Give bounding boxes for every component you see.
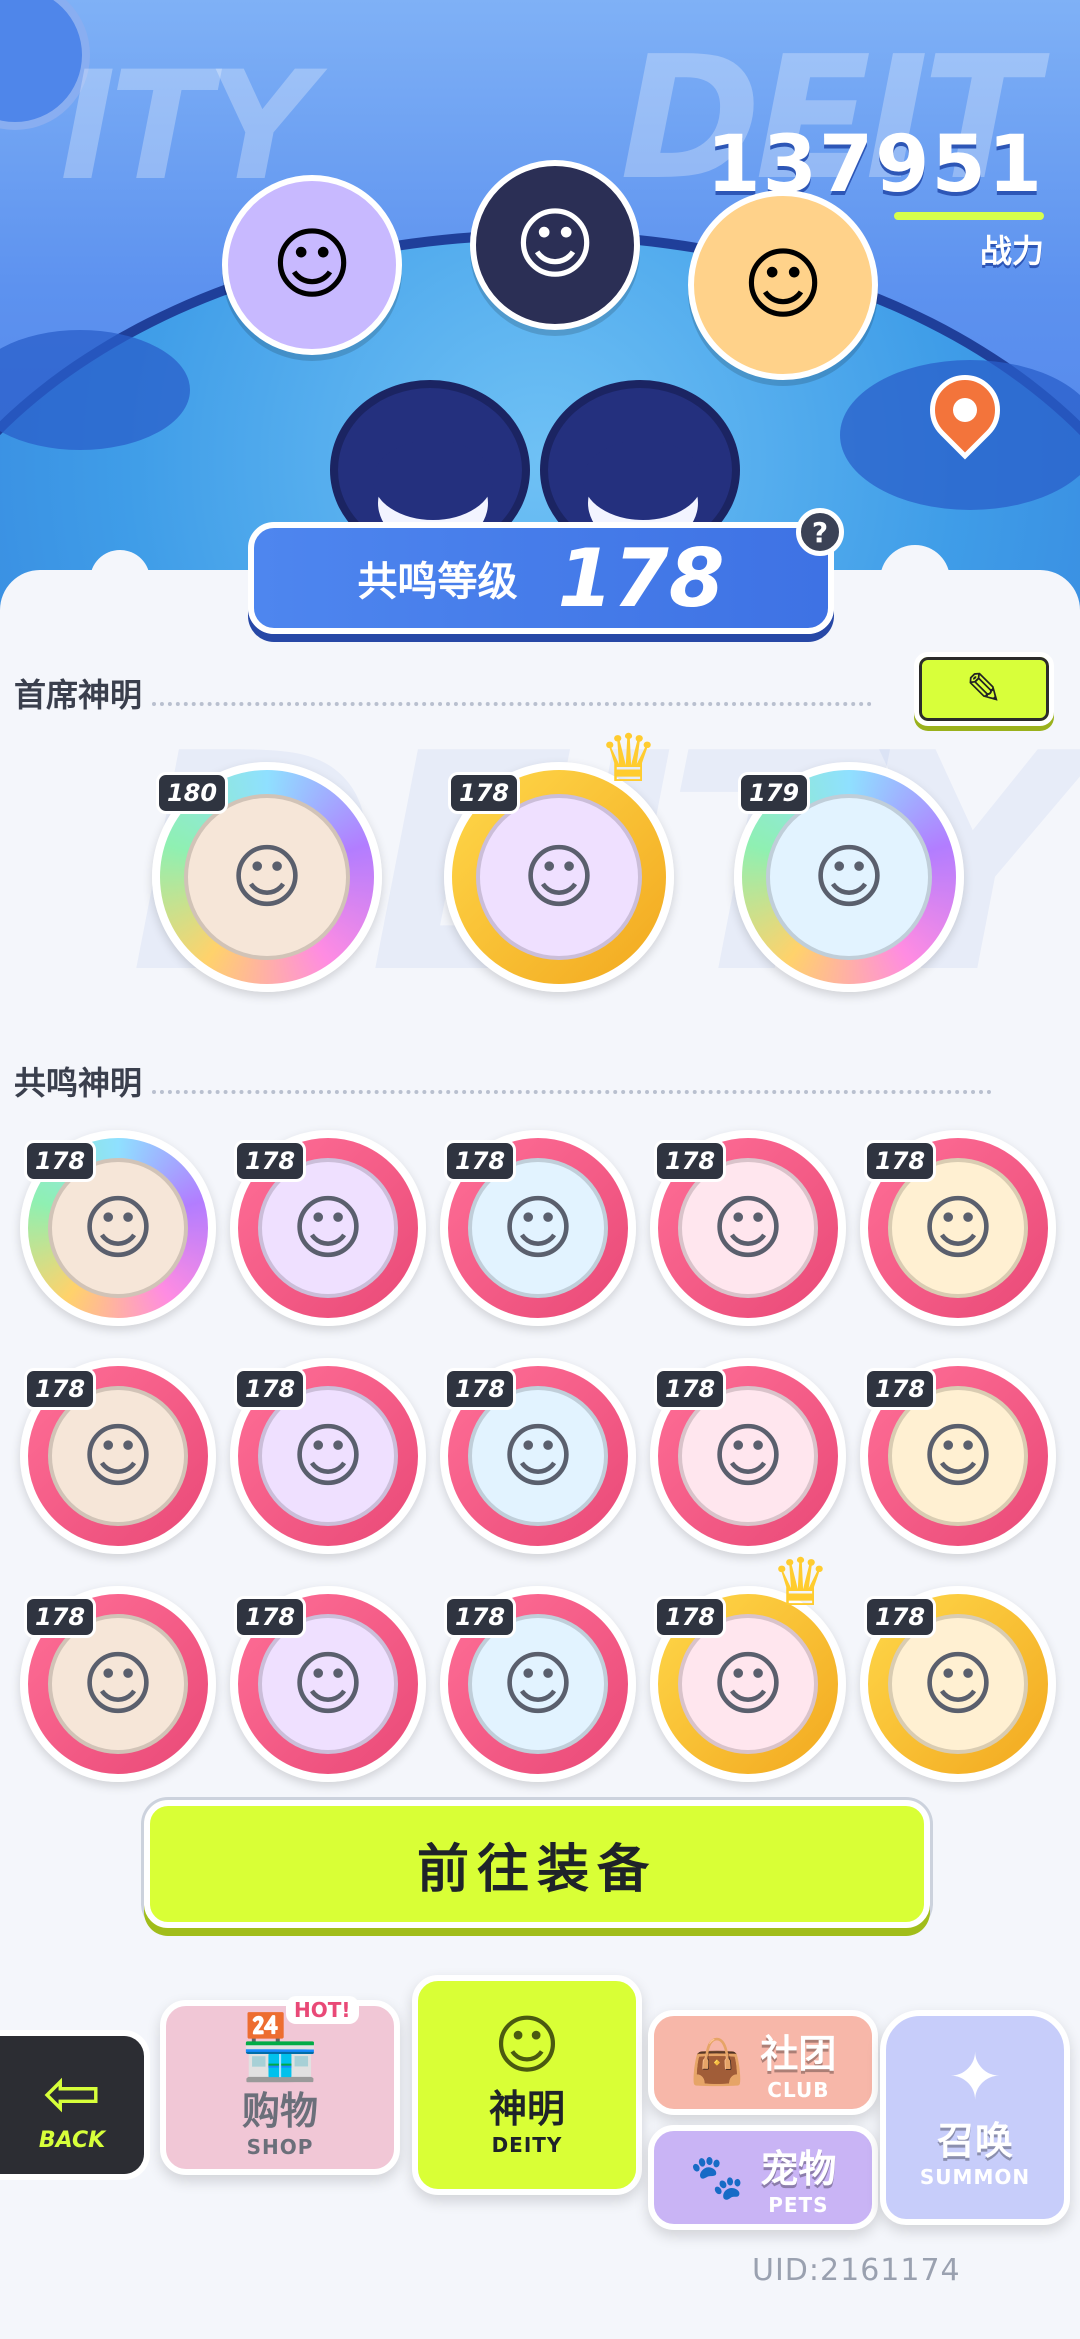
- deity-portrait: ☺: [183, 793, 351, 961]
- nav-club-label: 社团: [760, 2032, 837, 2076]
- nav-shop-label: 购物: [241, 2089, 318, 2133]
- resonance-deity-badge[interactable]: ☺ 178: [440, 1586, 636, 1782]
- deity-level-badge: 178: [864, 1140, 937, 1182]
- resonance-level-panel: 共鸣等级 178: [248, 522, 834, 634]
- resonance-deity-badge[interactable]: ☺ 178: [440, 1358, 636, 1554]
- resonance-level-label: 共鸣等级: [357, 559, 518, 605]
- summon-star-icon: ✦: [948, 2041, 1002, 2115]
- resonance-deity-badge[interactable]: ☺ 178: [230, 1358, 426, 1554]
- deity-level-badge: 178: [654, 1140, 727, 1182]
- help-button[interactable]: ?: [796, 508, 844, 556]
- user-id: UID:2161174: [752, 2253, 961, 2288]
- chief-deity-badge[interactable]: ☺ 179: [734, 762, 964, 992]
- nav-summon-label: 召唤: [936, 2119, 1013, 2163]
- resonance-deity-badge[interactable]: ☺ 178: [860, 1586, 1056, 1782]
- chibi-deity-right[interactable]: ☺: [688, 190, 878, 380]
- chief-deity-title-text: 首席神明: [14, 676, 143, 714]
- resonance-deity-badge[interactable]: ☺ 178: [230, 1130, 426, 1326]
- back-arrow-icon: ⇦: [42, 2051, 102, 2134]
- deity-level-badge: 178: [234, 1140, 307, 1182]
- nav-pets-en: PETS: [768, 2193, 829, 2217]
- nav-deity-en: DEITY: [491, 2132, 563, 2157]
- deity-level-badge: 178: [444, 1596, 517, 1638]
- resonance-deity-badge[interactable]: ☺ 178: [860, 1130, 1056, 1326]
- nav-pets[interactable]: 🐾 宠物 PETS: [648, 2125, 878, 2230]
- title-divider: [152, 1090, 993, 1094]
- hot-badge: HOT!: [286, 1996, 359, 2024]
- chibi-deity-center[interactable]: ☺: [470, 160, 640, 330]
- deity-level-badge: 178: [24, 1368, 97, 1410]
- deity-level-badge: 178: [444, 1140, 517, 1182]
- deity-portrait: ☺: [765, 793, 933, 961]
- deity-level-badge: 178: [234, 1596, 307, 1638]
- nav-club-en: CLUB: [767, 2078, 830, 2102]
- crown-icon: ♛: [598, 720, 658, 797]
- back-label: BACK: [38, 2127, 106, 2153]
- resonance-deity-badge[interactable]: ☺ 178: [650, 1358, 846, 1554]
- resonance-deity-badge[interactable]: ☺ 178: [440, 1130, 636, 1326]
- resonance-deity-badge[interactable]: ☺ 178: [20, 1130, 216, 1326]
- deity-level-badge: 178: [448, 772, 521, 814]
- nav-shop-en: SHOP: [246, 2135, 314, 2159]
- resonance-deity-badge[interactable]: ☺ 178: [650, 1130, 846, 1326]
- deity-portrait: ☺: [475, 793, 643, 961]
- crown-icon: ♛: [770, 1544, 830, 1621]
- deity-level-badge: 178: [654, 1596, 727, 1638]
- deity-level-badge: 178: [234, 1368, 307, 1410]
- nav-deity[interactable]: ☺ 神明 DEITY: [412, 1975, 642, 2195]
- go-equip-button[interactable]: 前往装备: [144, 1800, 930, 1928]
- resonance-deity-badge[interactable]: ☺ 178: [20, 1358, 216, 1554]
- resonance-level-value: 178: [557, 531, 725, 625]
- combat-power-underline: [894, 212, 1044, 220]
- resonance-deity-badge[interactable]: ☺ 178 ♛: [650, 1544, 846, 1782]
- deity-level-badge: 178: [444, 1368, 517, 1410]
- deity-level-badge: 178: [24, 1596, 97, 1638]
- club-bag-icon: 👜: [689, 2036, 745, 2088]
- nav-club[interactable]: 👜 社团 CLUB: [648, 2010, 878, 2115]
- chief-deity-badge[interactable]: ☺ 180: [152, 762, 382, 992]
- resonance-deity-badge[interactable]: ☺ 178: [860, 1358, 1056, 1554]
- resonance-deity-title-text: 共鸣神明: [14, 1064, 143, 1102]
- resonance-deity-title: 共鸣神明: [14, 1058, 993, 1104]
- chief-deity-badge[interactable]: ☺ 178 ♛: [444, 720, 674, 992]
- resonance-deity-badge[interactable]: ☺ 178: [20, 1586, 216, 1782]
- pet-icon: 🐾: [689, 2151, 745, 2203]
- nav-shop[interactable]: HOT! 🏪 购物 SHOP: [160, 1996, 400, 2175]
- chibi-deity-left[interactable]: ☺: [222, 175, 402, 355]
- resonance-deity-badge[interactable]: ☺ 178: [230, 1586, 426, 1782]
- vending-machine-icon: 🏪: [240, 2011, 320, 2085]
- deity-level-badge: 178: [654, 1368, 727, 1410]
- deity-icon: ☺: [493, 2008, 561, 2083]
- deity-level-badge: 178: [24, 1140, 97, 1182]
- deity-level-badge: 178: [864, 1596, 937, 1638]
- deity-level-badge: 178: [864, 1368, 937, 1410]
- back-button[interactable]: ⇦ BACK: [0, 2030, 150, 2180]
- nav-deity-label: 神明: [488, 2086, 565, 2131]
- deity-level-badge: 180: [156, 772, 229, 814]
- nav-pets-label: 宠物: [760, 2147, 837, 2191]
- nav-summon-en: SUMMON: [919, 2165, 1031, 2189]
- deity-level-badge: 179: [738, 772, 811, 814]
- nav-summon[interactable]: ✦ 召唤 SUMMON: [880, 2010, 1070, 2225]
